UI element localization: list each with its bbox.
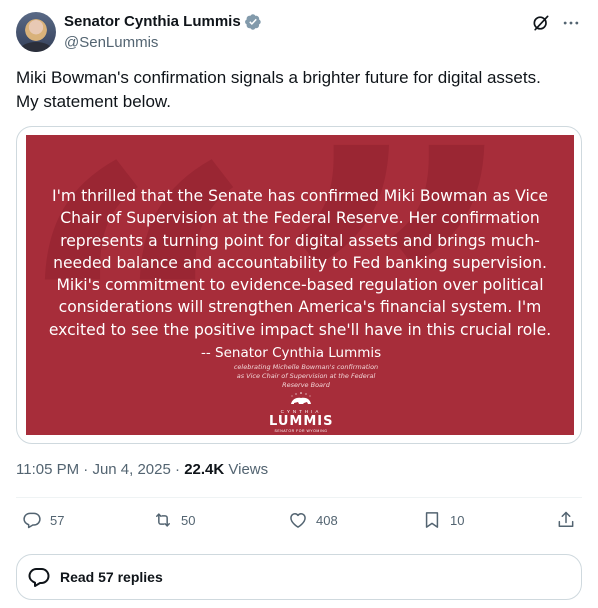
statement-line: Miki's commitment to evidence-based regu… [56,276,544,295]
share-icon [558,511,574,527]
share-button[interactable] [556,510,576,530]
read-replies-button[interactable]: Read 57 replies [16,554,582,600]
like-count: 408 [316,512,338,528]
signature-sub-line: celebrating Michelle Bowman's confirmati… [233,363,379,371]
tweet-time[interactable]: 11:05 PM [16,461,79,478]
bookmark-count: 10 [450,512,465,528]
statement-line: I'm thrilled that the Senate has confirm… [52,187,548,205]
signature-sub-line: Reserve Board [282,381,330,389]
divider [16,497,582,498]
more-icon[interactable] [560,12,582,34]
tweet-meta: 11:05 PM · Jun 4, 2025 · 22.4K Views [16,461,268,478]
logo-name-text: LUMMIS [269,414,334,429]
author-handle[interactable]: @SenLummis [64,33,262,53]
meta-separator: · [83,461,89,478]
grok-icon[interactable] [530,12,552,34]
tweet: Senator Cynthia Lummis @SenLummis Miki B… [0,0,598,608]
author-info: Senator Cynthia Lummis @SenLummis [64,12,262,53]
reply-button[interactable]: 57 [22,510,64,530]
signature-sub-line: as Vice Chair of Supervision at the Fede… [236,372,376,380]
reply-bubble-icon [28,568,50,587]
bookmark-icon [425,512,439,528]
statement-text: I'm thrilled that the Senate has confirm… [26,185,574,341]
statement-line: considerations will strengthen America's… [58,298,542,317]
views-label: Views [228,461,269,478]
tweet-text-line: Miki Bowman's confirmation signals a bri… [16,68,541,87]
reply-count: 57 [50,512,65,528]
statement-signature-subtitle: celebrating Michelle Bowman's confirmati… [206,363,406,390]
repost-button[interactable]: 50 [153,510,195,530]
like-button[interactable]: 408 [288,510,338,530]
statement-line: excited to see the positive impact she'l… [48,320,552,339]
statement-line: Chair of Supervision at the Federal Rese… [60,209,540,228]
reply-icon [23,512,41,529]
read-replies-label: Read 57 replies [60,569,163,585]
statement-image[interactable]: “ ” I'm thrilled that the Senate has con… [26,135,574,435]
author-name[interactable]: Senator Cynthia Lummis [64,12,241,32]
repost-icon [156,513,170,527]
views-count: 22.4K [184,461,225,478]
verified-badge-icon[interactable] [244,13,262,31]
action-bar: 57 50 408 10 [16,510,582,536]
tweet-media[interactable]: “ ” I'm thrilled that the Senate has con… [16,126,582,444]
tweet-date[interactable]: Jun 4, 2025 [92,461,170,478]
repost-count: 50 [181,512,196,528]
avatar[interactable] [16,12,56,52]
bison-icon [291,392,311,404]
meta-separator: · [175,461,181,478]
statement-line: represents a turning point for digital a… [60,231,540,250]
statement-line: needed balance and accountability to Fed… [53,253,547,272]
statement-signature: -- Senator Cynthia Lummis [201,345,382,361]
tweet-text-line: My statement below. [16,92,171,111]
logo-tagline-text: SENATOR FOR WYOMING [274,429,328,433]
lummis-logo: CYNTHIA LUMMIS SENATOR FOR WYOMING [269,391,334,433]
tweet-header: Senator Cynthia Lummis @SenLummis [16,12,582,56]
bookmark-button[interactable]: 10 [422,510,464,530]
like-icon [290,513,306,528]
tweet-text: Miki Bowman's confirmation signals a bri… [16,66,582,114]
